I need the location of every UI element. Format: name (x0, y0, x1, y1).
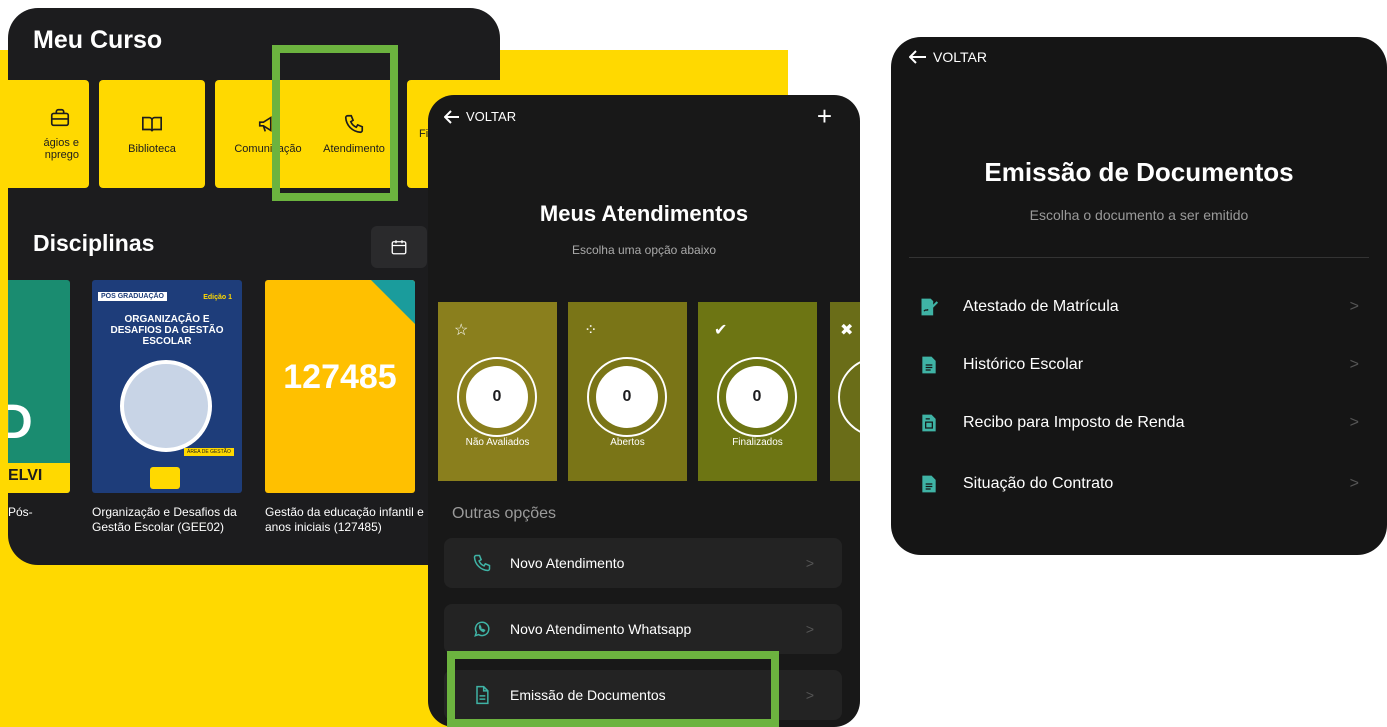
book-icon (142, 116, 162, 132)
card-number: 127485 (283, 358, 397, 396)
tile-estagios[interactable]: ágios e nprego (8, 80, 89, 188)
document-icon (922, 475, 936, 493)
whatsapp-icon (474, 621, 490, 637)
page-subtitle: Escolha o documento a ser emitido (1029, 207, 1249, 223)
document-icon (922, 356, 936, 374)
page-title: Emissão de Documentos (984, 157, 1294, 187)
page-subtitle: Escolha uma opção abaixo (571, 243, 717, 257)
option-novo-atendimento-whatsapp[interactable]: Novo Atendimento Whatsapp > (444, 604, 842, 654)
back-button[interactable]: VOLTAR (444, 109, 516, 124)
tile-label: Fi (419, 128, 429, 140)
tile-label: Biblioteca (128, 143, 176, 155)
divider (909, 257, 1369, 258)
doc-historico-escolar[interactable]: Histórico Escolar > (919, 350, 1359, 380)
card-caption: Gestão da educação infantil e anos inici… (265, 505, 424, 534)
arrow-left-icon (444, 109, 459, 124)
x-icon: ✖ (840, 322, 854, 339)
add-button[interactable]: + (817, 101, 832, 132)
doc-label: Situação do Contrato (963, 475, 1114, 492)
chevron-right-icon: > (805, 555, 814, 571)
card-caption: Organização e Desafios da Gestão Escolar… (92, 505, 237, 534)
stat-ring (838, 357, 860, 437)
card-cover-title: ORGANIZAÇÃO E DESAFIOS DA GESTÃO ESCOLAR (110, 314, 224, 347)
card-area: ÁREA DE GESTÃO (184, 448, 234, 456)
chevron-right-icon: > (1349, 298, 1359, 315)
institution-logo (150, 467, 180, 489)
stat-card-nao-avaliados[interactable]: ☆ 0 Não Avaliados (438, 302, 557, 481)
signed-document-icon (921, 298, 939, 316)
calendar-button[interactable] (371, 226, 427, 268)
course-card[interactable]: 127485 (265, 280, 415, 493)
card-strip-text: ELVI (8, 467, 43, 484)
page-title: Meus Atendimentos (539, 201, 749, 226)
page-title: Meu Curso (33, 26, 163, 54)
atendimentos-panel: VOLTAR + Meus Atendimentos Escolha uma o… (428, 95, 860, 727)
stat-card-abertos[interactable]: ⁘ 0 Abertos (568, 302, 687, 481)
option-label: Novo Atendimento Whatsapp (510, 621, 692, 637)
back-label: VOLTAR (933, 49, 987, 65)
stat-value: 0 (466, 366, 528, 428)
doc-recibo-imposto-renda[interactable]: Recibo para Imposto de Renda > (919, 408, 1359, 438)
highlight-emissao-documentos (447, 651, 779, 727)
calendar-icon (391, 240, 407, 255)
tile-label: ágios e (43, 137, 79, 149)
composite-screenshot: Meu Curso ágios e nprego Biblioteca Comu… (0, 0, 1387, 727)
stat-label: Não Avaliados (465, 437, 530, 448)
highlight-atendimento (272, 45, 398, 201)
documentos-panel: VOLTAR Emissão de Documentos Escolha o d… (891, 37, 1387, 555)
check-icon: ✔ (714, 322, 728, 339)
doc-atestado-matricula[interactable]: Atestado de Matrícula > (919, 292, 1359, 322)
arrow-left-icon (909, 50, 926, 64)
spinner-icon: ⁘ (584, 322, 598, 339)
tile-biblioteca[interactable]: Biblioteca (99, 80, 205, 188)
back-button[interactable]: VOLTAR (909, 49, 987, 65)
stat-card-cancelados[interactable]: ✖ (830, 302, 860, 481)
course-tiles: ágios e nprego Biblioteca Comunicação At… (8, 80, 500, 188)
briefcase-icon (50, 108, 70, 127)
phone-icon (473, 554, 491, 572)
course-card[interactable]: D ELVI (8, 280, 70, 493)
chevron-right-icon: > (805, 687, 814, 703)
receipt-icon (922, 414, 936, 432)
star-icon: ☆ (454, 322, 469, 339)
option-novo-atendimento[interactable]: Novo Atendimento > (444, 538, 842, 588)
doc-label: Atestado de Matrícula (963, 298, 1119, 315)
card-tag: PÓS GRADUAÇÃO (98, 292, 168, 301)
doc-label: Recibo para Imposto de Renda (963, 414, 1185, 431)
section-label: Outras opções (452, 505, 557, 522)
course-panel: Meu Curso ágios e nprego Biblioteca Comu… (8, 8, 500, 565)
chevron-right-icon: > (1349, 356, 1359, 373)
card-letter: D (8, 396, 33, 449)
stat-card-finalizados[interactable]: ✔ 0 Finalizados (698, 302, 817, 481)
stat-value: 0 (726, 366, 788, 428)
card-caption: Pós- (8, 505, 33, 519)
chevron-right-icon: > (1349, 414, 1359, 431)
stat-value: 0 (596, 366, 658, 428)
card-edition: Edição 1 (203, 294, 232, 301)
tile-label: nprego (44, 149, 79, 161)
card-photo (120, 360, 212, 452)
doc-situacao-contrato[interactable]: Situação do Contrato > (919, 469, 1359, 499)
doc-label: Histórico Escolar (963, 356, 1084, 373)
card-corner (371, 280, 415, 324)
stat-label: Abertos (610, 437, 645, 448)
stat-label: Finalizados (732, 437, 783, 448)
option-label: Novo Atendimento (510, 555, 625, 571)
chevron-right-icon: > (805, 621, 814, 637)
section-title: Disciplinas (33, 230, 155, 256)
chevron-right-icon: > (1349, 475, 1359, 492)
course-card[interactable]: PÓS GRADUAÇÃO Edição 1 ORGANIZAÇÃO E DES… (92, 280, 242, 493)
back-label: VOLTAR (466, 109, 517, 124)
